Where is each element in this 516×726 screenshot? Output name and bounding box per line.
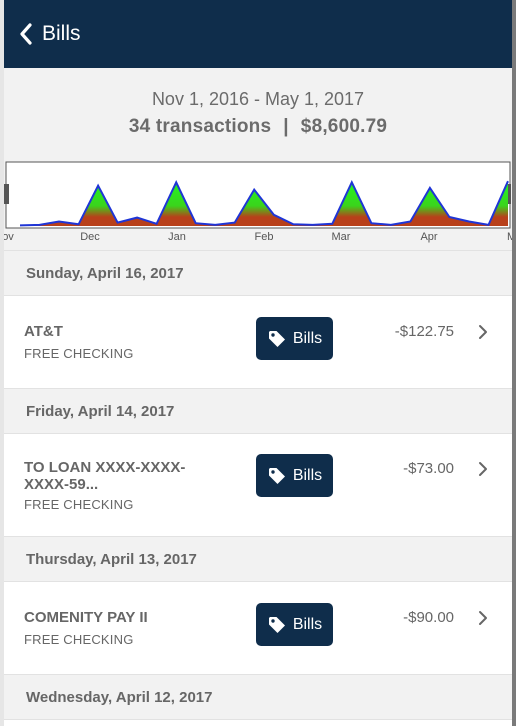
chevron-right-icon: [479, 611, 487, 625]
x-tick-label: Feb: [255, 231, 274, 243]
totals-line: 34 transactions | $8,600.79: [4, 116, 512, 138]
category-tag-label: Bills: [292, 615, 323, 633]
spending-chart[interactable]: ov Dec Jan Feb Mar Apr Ma: [4, 160, 512, 250]
transaction-list: Sunday, April 16, 2017 AT&T FREE CHECKING B…: [4, 250, 512, 720]
date-range: Nov 1, 2016 - May 1, 2017: [151, 89, 365, 109]
category-tag-button[interactable]: Bills: [256, 454, 333, 497]
transaction-row[interactable]: AT&T FREE CHECKING Bills -$122.75: [4, 296, 512, 388]
account-name: FREE CHECKING: [24, 632, 134, 647]
category-tag-button[interactable]: Bills: [256, 603, 333, 646]
transaction-row[interactable]: COMENITY PAY II FREE CHECKING Bills -$90.00: [4, 582, 512, 674]
x-tick-label: ov: [4, 231, 14, 243]
bills-screen: Bills Nov 1, 2016 - May 1, 2017 34 trans…: [0, 0, 516, 726]
x-tick-label: Dec: [80, 231, 100, 243]
tag-icon: [268, 330, 285, 347]
transaction-amount: -$73.00: [403, 460, 454, 477]
transaction-name: TO LOAN XXXX-XXXX-XXXX-59...: [24, 459, 186, 493]
category-tag-label: Bills: [292, 329, 323, 347]
chart-left-handle[interactable]: [4, 184, 9, 204]
account-name: FREE CHECKING: [24, 346, 134, 361]
transaction-row[interactable]: TO LOAN XXXX-XXXX-XXXX-59... FREE CHECKIN…: [4, 434, 512, 536]
transaction-count: 34 transactions: [128, 116, 272, 137]
totals-separator: |: [283, 116, 289, 137]
transaction-amount: -$122.75: [394, 323, 454, 340]
spending-chart-svg: ov Dec Jan Feb Mar Apr Ma: [4, 161, 512, 243]
back-button[interactable]: Bills: [18, 22, 81, 46]
chevron-right-icon: [479, 325, 487, 339]
tag-icon: [268, 467, 285, 484]
account-name: FREE CHECKING: [24, 497, 134, 512]
transaction-amount: -$90.00: [403, 609, 454, 626]
tag-icon: [268, 616, 285, 633]
date-section-header: Friday, April 14, 2017: [4, 388, 512, 434]
chevron-right-icon: [479, 462, 487, 476]
chevron-left-icon: [20, 23, 32, 45]
navbar: Bills: [4, 0, 512, 68]
x-tick-label: Ma: [507, 231, 512, 243]
category-tag-button[interactable]: Bills: [256, 317, 333, 360]
date-section-header: Wednesday, April 12, 2017: [4, 674, 512, 720]
x-tick-label: Mar: [332, 231, 351, 243]
date-section-header: Thursday, April 13, 2017: [4, 536, 512, 582]
transaction-name: COMENITY PAY II: [24, 609, 148, 626]
transaction-name: AT&T: [24, 323, 63, 340]
date-section-header: Sunday, April 16, 2017: [4, 250, 512, 296]
x-tick-label: Apr: [420, 231, 437, 243]
page-title: Bills: [42, 22, 81, 45]
category-tag-label: Bills: [292, 466, 323, 484]
total-amount: $8,600.79: [300, 116, 388, 137]
summary-panel: Nov 1, 2016 - May 1, 2017 34 transaction…: [4, 68, 512, 160]
x-tick-label: Jan: [168, 231, 186, 243]
